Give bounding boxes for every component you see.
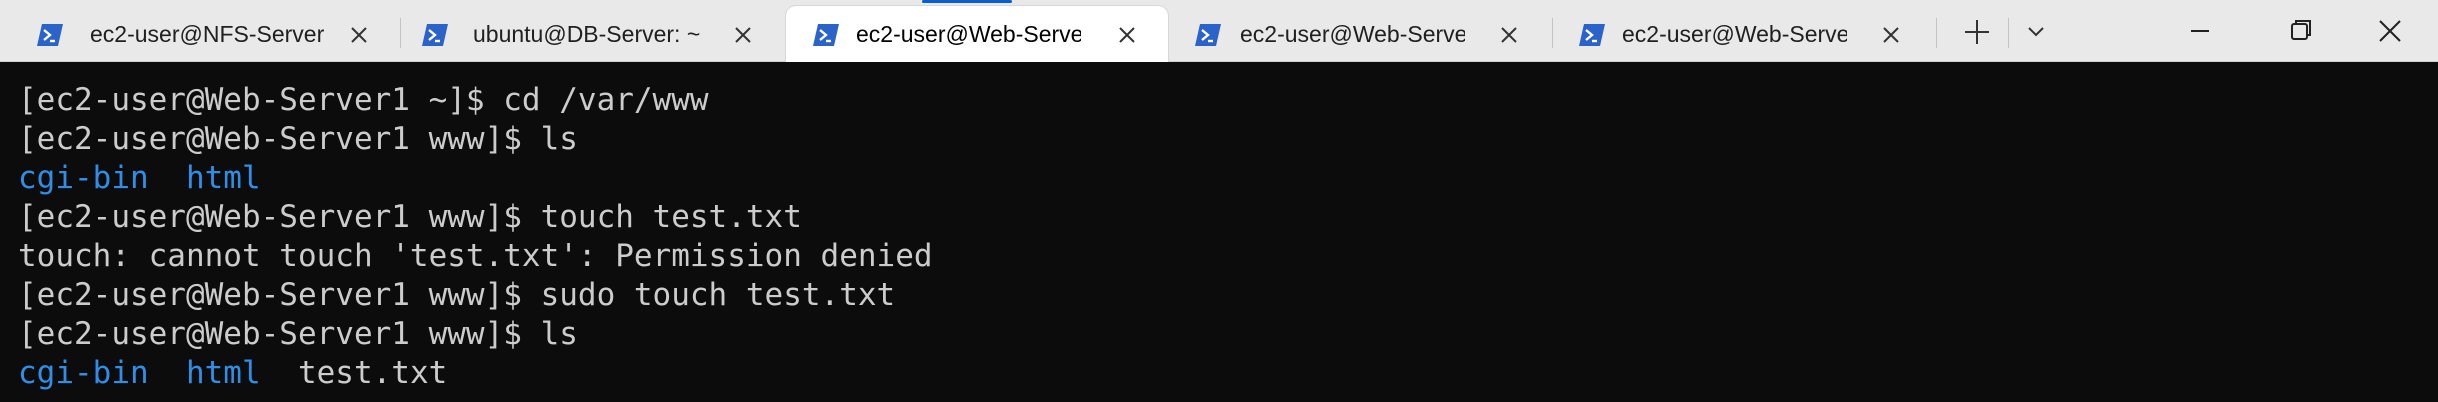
directory-name: cgi-bin (18, 160, 149, 196)
tab-web-server-3[interactable]: ec2-user@Web-Serve (1552, 6, 1936, 62)
minimize-icon[interactable] (2160, 0, 2240, 62)
tab-label: ec2-user@Web-Serve (1622, 21, 1847, 47)
chevron-down-icon[interactable] (2016, 12, 2056, 52)
terminal-line: [ec2-user@Web-Server1 ~]$ cd /var/www (18, 82, 709, 118)
tab-web-server-2[interactable]: ec2-user@Web-Serve (1168, 6, 1552, 62)
terminal-line: [ec2-user@Web-Server1 www]$ touch test.t… (18, 199, 802, 235)
terminal-line: cgi-bin html (18, 159, 261, 198)
terminal-output[interactable]: [ec2-user@Web-Server1 ~]$ cd /var/www [e… (0, 62, 2438, 402)
restore-icon[interactable] (2260, 0, 2340, 62)
close-icon[interactable] (1494, 20, 1524, 50)
powershell-icon (813, 24, 839, 46)
tab-label: ec2-user@NFS-Server (90, 21, 325, 47)
powershell-icon (422, 24, 448, 46)
powershell-icon (1579, 24, 1605, 46)
tab-bar: ec2-user@NFS-Server ubuntu@DB-Server: ~ (0, 0, 2438, 62)
directory-name: cgi-bin (18, 355, 149, 391)
close-icon[interactable] (1876, 20, 1906, 50)
powershell-icon (37, 24, 63, 46)
terminal-line: cgi-bin html test.txt (18, 354, 447, 393)
powershell-icon (1195, 24, 1221, 46)
directory-name: html (185, 355, 261, 391)
close-icon[interactable] (1112, 20, 1142, 50)
active-tab-indicator (922, 0, 1012, 3)
terminal-line: [ec2-user@Web-Server1 www]$ ls (18, 121, 578, 157)
tab-separator (2008, 18, 2009, 48)
tab-db-server[interactable]: ubuntu@DB-Server: ~ (395, 6, 783, 62)
directory-name: html (185, 160, 261, 196)
terminal-line: [ec2-user@Web-Server1 www]$ ls (18, 316, 578, 352)
tab-nfs-server[interactable]: ec2-user@NFS-Server (10, 6, 395, 62)
plus-icon[interactable] (1957, 12, 1997, 52)
terminal-line: touch: cannot touch 'test.txt': Permissi… (18, 238, 933, 274)
tab-separator (1936, 18, 1937, 48)
file-name: test.txt (297, 355, 448, 391)
tab-label: ubuntu@DB-Server: ~ (473, 21, 701, 47)
tab-web-server-active[interactable]: ec2-user@Web-Serve (786, 6, 1168, 62)
close-icon[interactable] (2350, 0, 2430, 62)
terminal-line: [ec2-user@Web-Server1 www]$ sudo touch t… (18, 277, 896, 313)
close-icon[interactable] (728, 20, 758, 50)
tab-label: ec2-user@Web-Serve (856, 21, 1081, 47)
tab-label: ec2-user@Web-Serve (1240, 21, 1465, 47)
terminal-window: ec2-user@NFS-Server ubuntu@DB-Server: ~ (0, 0, 2438, 402)
close-icon[interactable] (344, 20, 374, 50)
